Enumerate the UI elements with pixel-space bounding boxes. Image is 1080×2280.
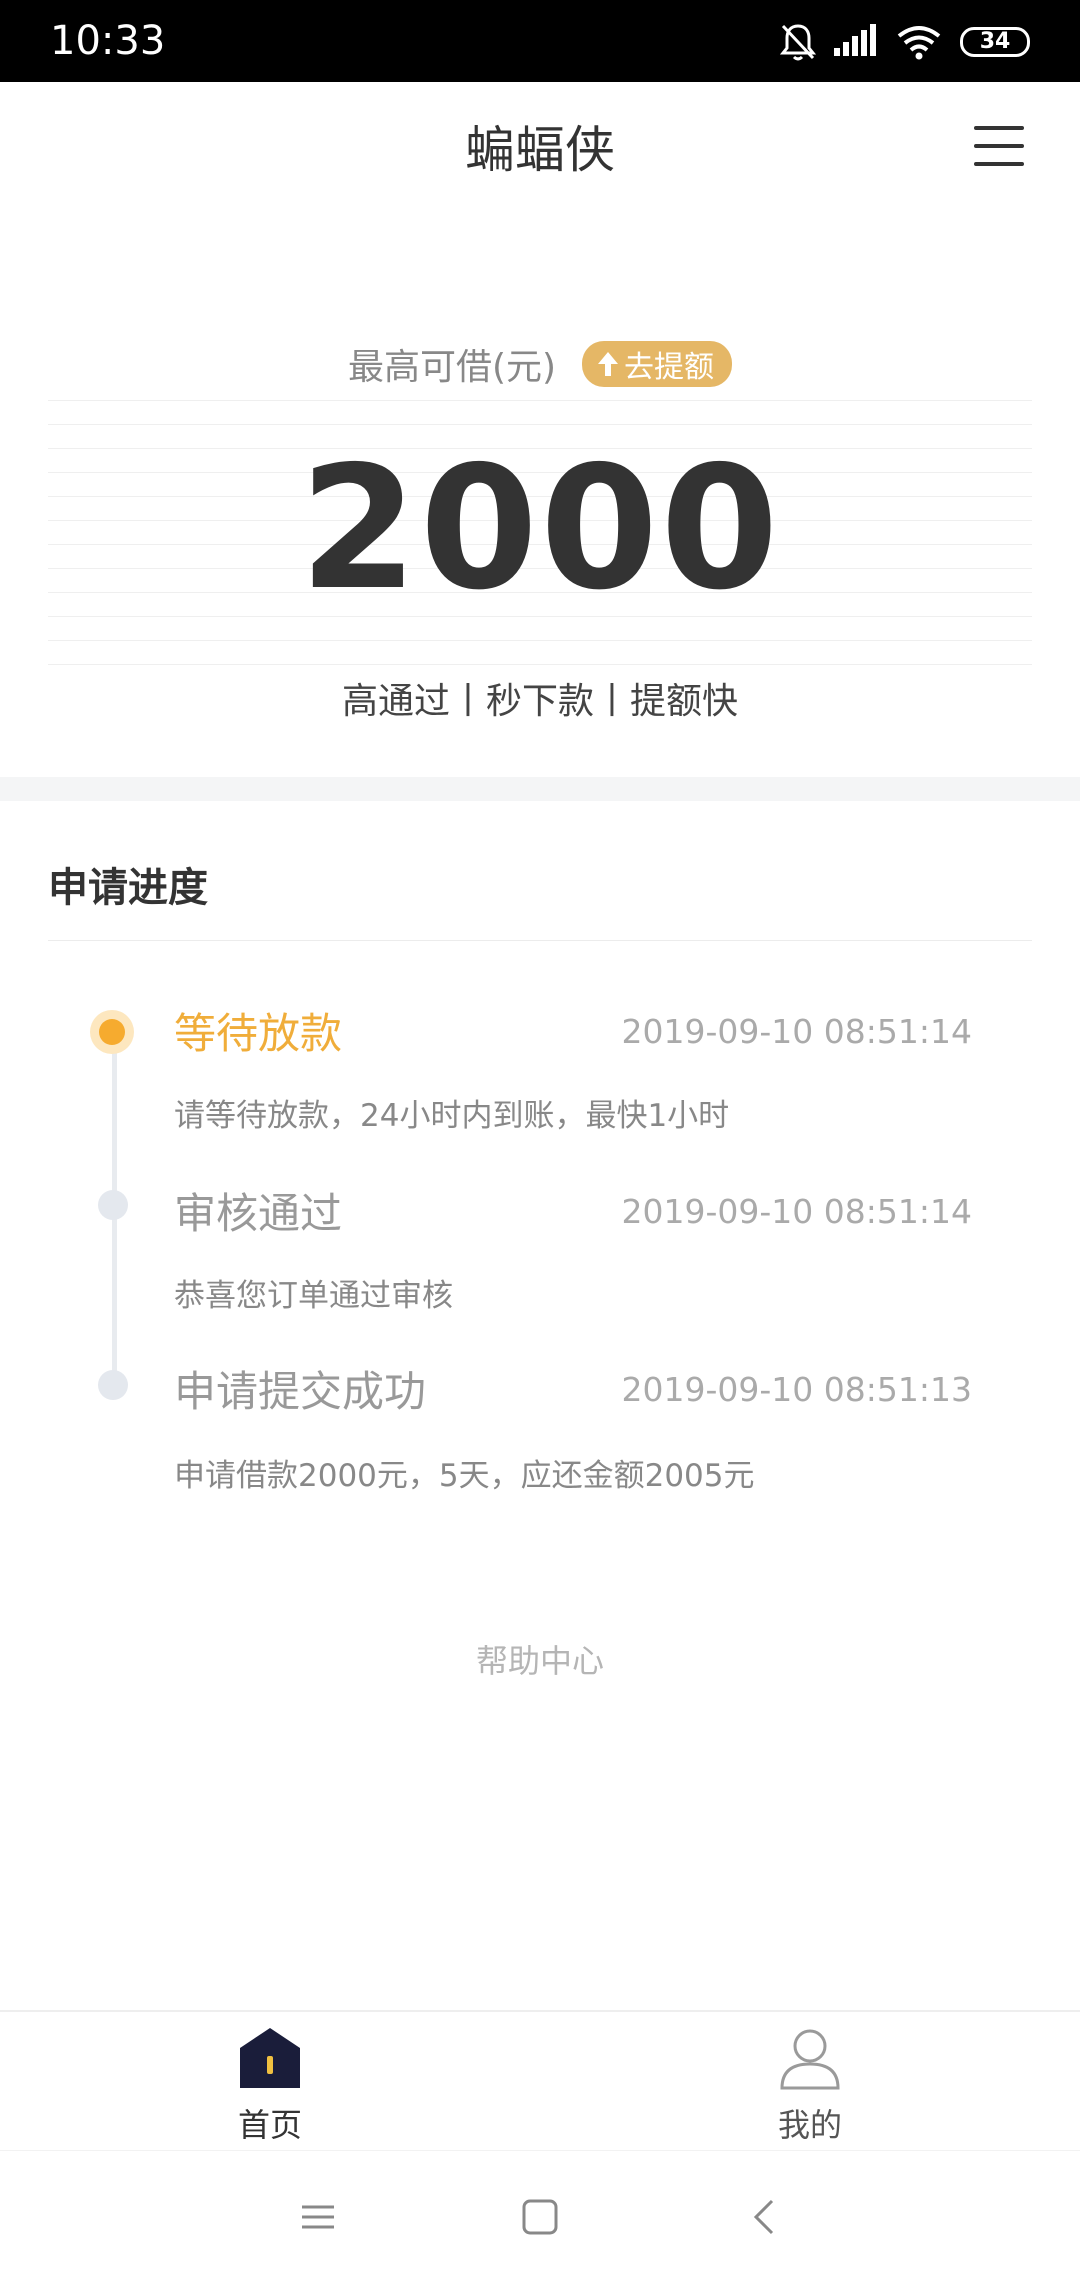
user-icon (780, 2029, 840, 2090)
timeline-dot (98, 1190, 128, 1220)
credit-label: 最高可借(元) (347, 347, 557, 388)
raise-limit-button[interactable]: 去提额 (582, 341, 733, 387)
back-icon[interactable] (742, 2193, 790, 2241)
timeline-dot (98, 1370, 128, 1400)
system-nav-bar (0, 2150, 1080, 2280)
step-title-3: 申请提交成功 (174, 1367, 427, 1416)
section-divider (0, 777, 1080, 801)
help-center-link[interactable]: 帮助中心 (0, 1636, 1080, 1682)
step-title-2: 审核通过 (174, 1189, 343, 1238)
battery-icon: 34 (960, 27, 1030, 57)
status-time: 10:33 (50, 18, 166, 64)
app-header: 蝙蝠侠 (0, 82, 1080, 212)
nav-label-mine: 我的 (777, 2106, 842, 2144)
credit-label-row: 最高可借(元) 去提额 (0, 338, 1080, 390)
step-desc-1: 请等待放款，24小时内到账，最快1小时 (174, 1098, 730, 1134)
step-time-1: 2019-09-10 08:51:14 (621, 1012, 972, 1051)
bell-muted-icon (780, 24, 816, 61)
step-desc-2: 恭喜您订单通过审核 (174, 1278, 453, 1314)
step-time-3: 2019-09-10 08:51:13 (621, 1370, 972, 1409)
home-button-icon[interactable] (516, 2193, 564, 2241)
progress-title: 申请进度 (48, 865, 208, 911)
menu-button[interactable] (974, 126, 1024, 166)
nav-label-home: 首页 (237, 2106, 302, 2144)
home-icon (240, 2028, 300, 2088)
signal-icon (834, 24, 876, 56)
wifi-icon (897, 26, 941, 60)
status-bar: 10:33 34 (0, 0, 1080, 82)
status-icons: 34 (780, 20, 1030, 64)
credit-features: 高通过丨秒下款丨提额快 (341, 681, 738, 722)
nav-item-home[interactable]: 首页 (170, 2026, 370, 2146)
step-time-2: 2019-09-10 08:51:14 (621, 1192, 972, 1231)
raise-limit-label: 去提额 (624, 350, 715, 385)
menu-icon (974, 126, 1024, 130)
nav-item-mine[interactable]: 我的 (710, 2026, 910, 2146)
progress-divider (48, 940, 1032, 941)
timeline-dot-active (90, 1010, 134, 1054)
step-desc-3: 申请借款2000元，5天，应还金额2005元 (174, 1458, 755, 1494)
step-title-1: 等待放款 (174, 1009, 343, 1058)
arrow-up-icon (598, 352, 619, 376)
credit-amount: 2000 (299, 430, 781, 628)
page-title: 蝙蝠侠 (465, 121, 615, 179)
recent-apps-icon[interactable] (294, 2193, 342, 2241)
bottom-nav: 首页 我的 (0, 2010, 1080, 2150)
